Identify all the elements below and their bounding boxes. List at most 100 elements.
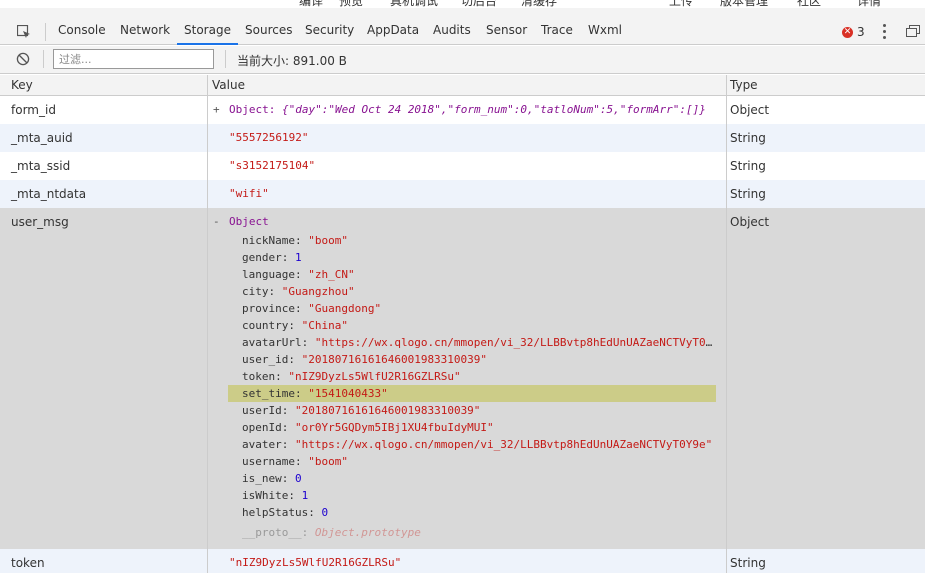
object-property[interactable]: user_id: "20180716161646001983310039" (242, 351, 716, 368)
collapse-toggle[interactable]: - (213, 215, 220, 228)
object-property[interactable]: token: "nIZ9DyzLs5WlfU2R16GZLRSu" (242, 368, 716, 385)
tab-separator (45, 23, 46, 41)
row-key: _mta_auid (11, 131, 73, 145)
object-property[interactable]: country: "China" (242, 317, 716, 334)
row-value: "wifi" (229, 187, 269, 200)
filter-input[interactable] (53, 49, 214, 69)
row-type: Object (730, 103, 770, 117)
property-name: openId (242, 421, 282, 434)
menu-item-preview[interactable]: 预览 (339, 0, 363, 8)
menu-item-details[interactable]: 详情 (857, 0, 881, 8)
property-value: "20180716161646001983310039" (301, 353, 488, 366)
tab-network[interactable]: Network (113, 16, 177, 45)
menu-item-upload[interactable]: 上传 (669, 0, 693, 8)
property-value: "zh_CN" (308, 268, 355, 281)
property-name: country (242, 319, 289, 332)
property-value: "20180716161646001983310039" (295, 404, 481, 417)
table-row-selected[interactable]: user_msg - Object Object nickName: "boom… (0, 208, 925, 549)
object-property[interactable]: helpStatus: 0 (242, 504, 716, 521)
tab-trace[interactable]: Trace (534, 16, 580, 45)
row-key: token (11, 556, 45, 570)
tab-console[interactable]: Console (51, 16, 113, 45)
row-type: String (730, 131, 766, 145)
menu-item-clear-cache[interactable]: 清缓存 (521, 0, 557, 8)
error-counter[interactable]: ✕ 3 (842, 25, 865, 39)
object-property[interactable]: province: "Guangdong" (242, 300, 716, 317)
tab-sources[interactable]: Sources (238, 16, 299, 45)
dock-icon[interactable] (906, 25, 920, 38)
tab-appdata[interactable]: AppData (360, 16, 426, 45)
property-value: "https://wx.qlogo.cn/mmopen/vi_32/LLBBvt… (314, 336, 716, 349)
menu-item-community[interactable]: 社区 (797, 0, 821, 8)
menu-item-compile[interactable]: 编译 (299, 0, 323, 8)
clear-icon[interactable] (16, 52, 30, 66)
column-type[interactable]: Type (730, 78, 758, 92)
object-property[interactable]: language: "zh_CN" (242, 266, 716, 283)
row-value: "s3152175104" (229, 159, 316, 172)
property-name: username (242, 455, 295, 468)
property-value: "nIZ9DyzLs5WlfU2R16GZLRSu" (288, 370, 461, 383)
table-row[interactable]: form_id + Object: {"day":"Wed Oct 24 201… (0, 96, 925, 124)
storage-size: 当前大小: 891.00 B (237, 54, 347, 68)
property-value: "boom" (308, 234, 348, 247)
row-value: "5557256192" (229, 131, 309, 144)
object-property[interactable]: avatarUrl: "https://wx.qlogo.cn/mmopen/v… (242, 334, 716, 351)
property-name: province (242, 302, 295, 315)
property-value: "1541040433" (308, 387, 388, 400)
column-divider (207, 75, 208, 573)
tab-sensor[interactable]: Sensor (479, 16, 534, 45)
tab-security[interactable]: Security (298, 16, 361, 45)
row-key: form_id (11, 103, 56, 117)
property-name: helpStatus (242, 506, 309, 519)
expand-toggle[interactable]: + (213, 103, 220, 116)
row-key: _mta_ssid (11, 159, 71, 173)
object-property[interactable]: city: "Guangzhou" (242, 283, 716, 300)
object-tree: nickName: "boom" gender: 1 language: "zh_C… (228, 232, 716, 541)
property-name: nickName (242, 234, 295, 247)
row-key: _mta_ntdata (11, 187, 87, 201)
object-property[interactable]: avater: "https://wx.qlogo.cn/mmopen/vi_3… (242, 436, 716, 453)
tab-wxml[interactable]: Wxml (581, 16, 629, 45)
object-property[interactable]: nickName: "boom" (242, 232, 716, 249)
proto-name: __proto__ (242, 526, 302, 539)
object-property[interactable]: username: "boom" (242, 453, 716, 470)
object-property[interactable]: userId: "20180716161646001983310039" (242, 402, 716, 419)
menu-item-version[interactable]: 版本管理 (720, 0, 768, 8)
tab-audits[interactable]: Audits (426, 16, 478, 45)
property-value: "Guangzhou" (281, 285, 355, 298)
object-property[interactable]: isWhite: 1 (242, 487, 716, 504)
devtools-tabbar: Console Network Storage Sources Security… (0, 8, 925, 45)
object-property[interactable]: set_time: "1541040433" (228, 385, 716, 402)
tab-storage[interactable]: Storage (177, 16, 238, 45)
property-value: "Guangdong" (308, 302, 382, 315)
column-value[interactable]: Value (212, 78, 245, 92)
property-value: 0 (321, 506, 329, 519)
table-row[interactable]: token "nIZ9DyzLs5WlfU2R16GZLRSu" String (0, 549, 925, 573)
row-type: Object (730, 215, 770, 229)
table-row[interactable]: _mta_auid "5557256192" String (0, 124, 925, 152)
row-value: "nIZ9DyzLs5WlfU2R16GZLRSu" (229, 556, 402, 569)
menu-item-background[interactable]: 切后台 (461, 0, 497, 8)
proto-property[interactable]: __proto__: Object.prototype (242, 524, 716, 541)
more-icon[interactable] (883, 24, 887, 40)
top-menu-strip: 编译 预览 真机调试 切后台 清缓存 上传 版本管理 社区 详情 (0, 0, 925, 8)
inspect-icon[interactable] (17, 25, 31, 39)
object-property[interactable]: openId: "or0Yr5GQDym5IBj1XU4fbuIdyMUI" (242, 419, 716, 436)
property-name: language (242, 268, 295, 281)
property-name: city (242, 285, 269, 298)
object-property[interactable]: is_new: 0 (242, 470, 716, 487)
table-row[interactable]: _mta_ssid "s3152175104" String (0, 152, 925, 180)
row-value: Object (229, 215, 269, 228)
error-icon: ✕ (842, 26, 853, 38)
error-count: 3 (857, 25, 865, 39)
table-row[interactable]: _mta_ntdata "wifi" String (0, 180, 925, 208)
row-type: String (730, 556, 766, 570)
column-key[interactable]: Key (11, 78, 33, 92)
property-name: gender (242, 251, 282, 264)
object-property[interactable]: gender: 1 (242, 249, 716, 266)
property-name: isWhite (242, 489, 289, 502)
property-name: avater (242, 438, 282, 451)
property-value: "https://wx.qlogo.cn/mmopen/vi_32/LLBBvt… (295, 438, 713, 451)
column-divider (726, 75, 727, 573)
menu-item-device-debug[interactable]: 真机调试 (390, 0, 438, 8)
